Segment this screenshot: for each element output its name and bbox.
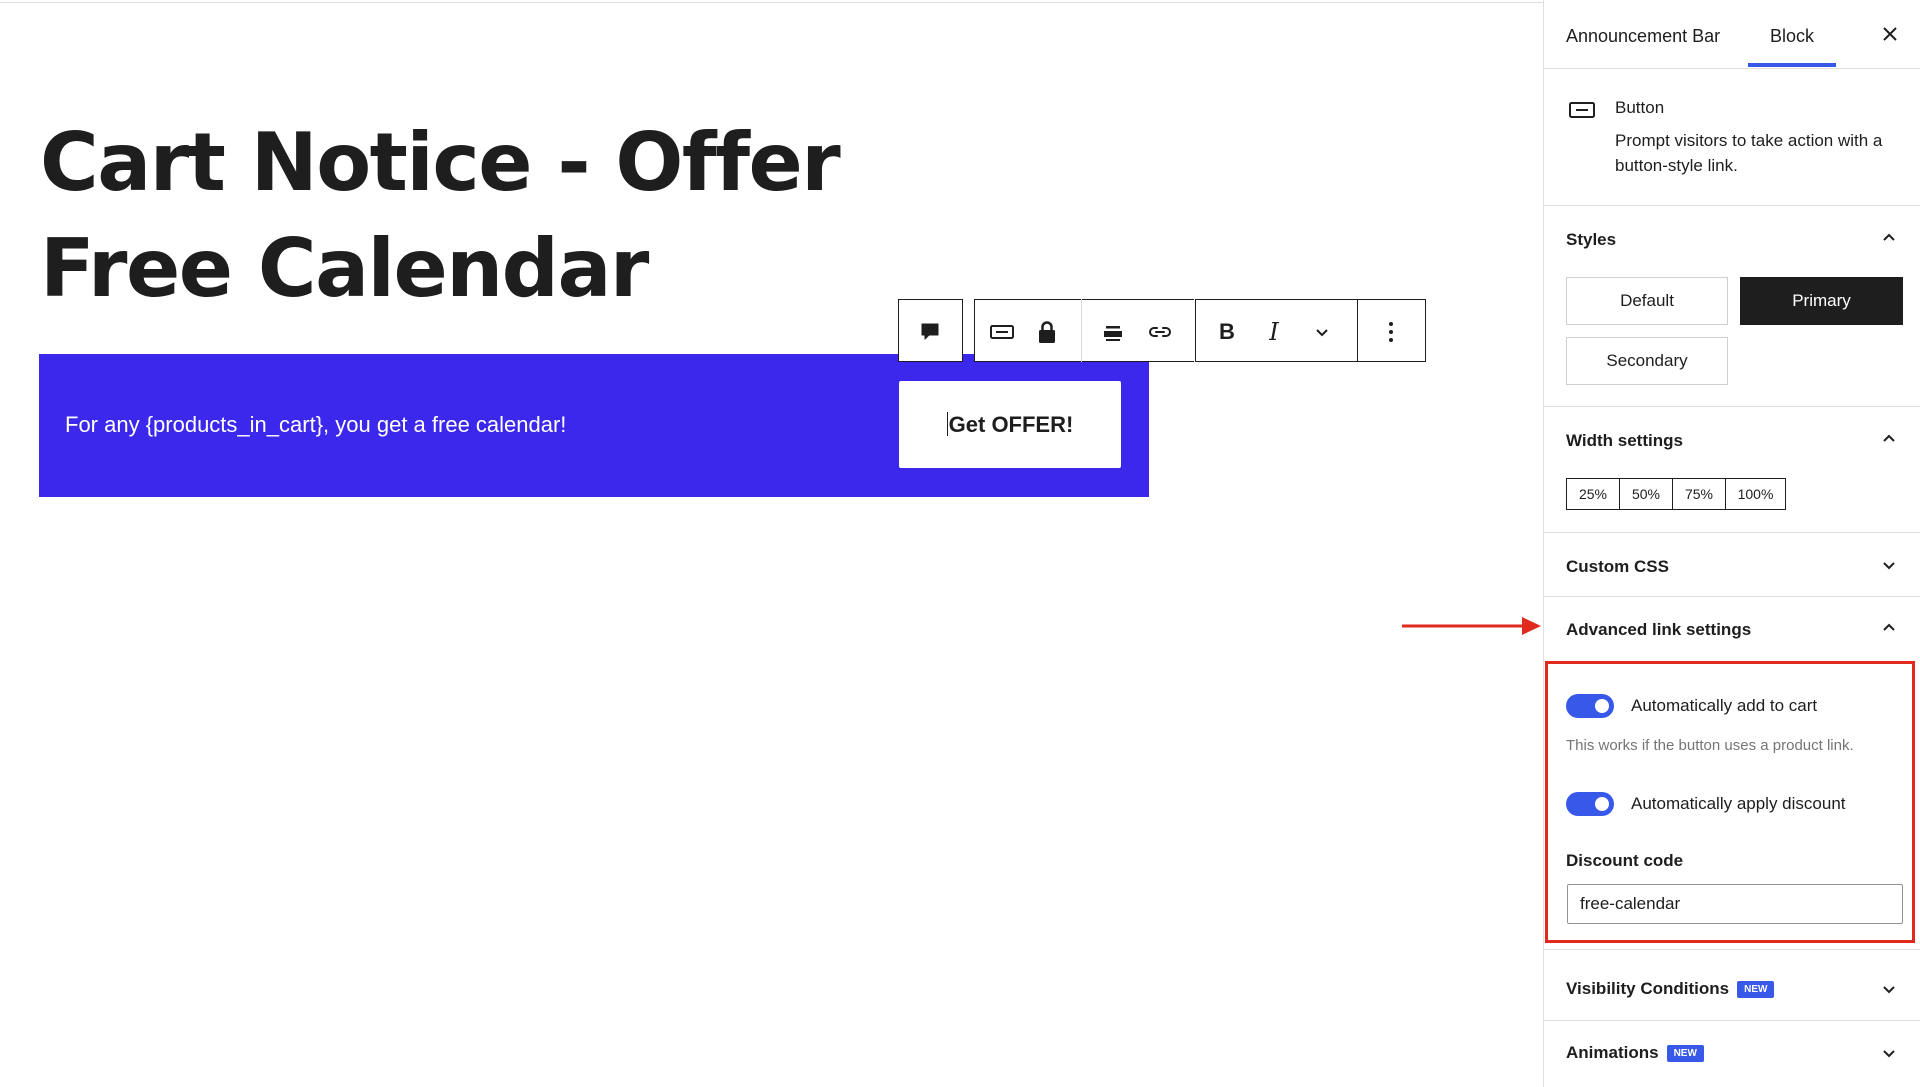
toolbar-group-parent [898, 299, 963, 362]
new-badge: NEW [1666, 1045, 1704, 1062]
page-title[interactable]: Cart Notice - Offer Free Calendar [40, 110, 940, 322]
width-settings-title[interactable]: Width settings [1566, 431, 1683, 451]
animations-panel[interactable]: Animations NEW [1544, 1021, 1920, 1087]
highlight-box [1545, 661, 1915, 943]
comment-icon[interactable] [910, 312, 950, 352]
chevron-down-icon[interactable] [1877, 553, 1901, 577]
lock-icon[interactable] [1027, 312, 1067, 352]
styles-title[interactable]: Styles [1566, 230, 1616, 250]
style-secondary-button[interactable]: Secondary [1566, 337, 1728, 385]
style-default-button[interactable]: Default [1566, 277, 1728, 325]
options-icon[interactable] [1371, 312, 1411, 352]
advanced-link-title[interactable]: Advanced link settings [1566, 620, 1751, 640]
style-primary-button[interactable]: Primary [1740, 277, 1903, 325]
toolbar-group-format: B I [1195, 299, 1358, 362]
bold-button[interactable]: B [1207, 312, 1247, 352]
chevron-down-icon[interactable] [1877, 1041, 1901, 1065]
active-tab-indicator [1748, 63, 1836, 67]
tab-announcement-bar[interactable]: Announcement Bar [1566, 26, 1720, 47]
chevron-down-icon[interactable] [1877, 977, 1901, 1001]
text-caret [946, 411, 948, 436]
toolbar-group-block [974, 299, 1084, 362]
announcement-banner[interactable]: For any {products_in_cart}, you get a fr… [39, 354, 1149, 497]
close-icon[interactable] [1878, 22, 1902, 46]
width-button-group: 25% 50% 75% 100% [1566, 478, 1786, 510]
button-block-icon[interactable] [982, 312, 1022, 352]
justify-icon[interactable] [1093, 312, 1133, 352]
get-offer-button[interactable]: Get OFFER! [899, 381, 1121, 468]
button-block-icon [1569, 102, 1595, 118]
width-50-button[interactable]: 50% [1620, 479, 1673, 509]
block-name: Button [1615, 98, 1665, 117]
block-card: Button Prompt visitors to take action wi… [1544, 68, 1920, 206]
chevron-up-icon[interactable] [1877, 616, 1901, 640]
get-offer-label: Get OFFER! [948, 411, 1074, 437]
visibility-conditions-panel[interactable]: Visibility Conditions NEW [1544, 957, 1920, 1021]
more-formats-chevron-icon[interactable] [1302, 312, 1342, 352]
toolbar-group-options [1357, 299, 1426, 362]
visibility-conditions-label: Visibility Conditions [1566, 979, 1730, 998]
chevron-up-icon[interactable] [1877, 427, 1901, 451]
italic-button[interactable]: I [1254, 312, 1294, 352]
banner-text[interactable]: For any {products_in_cart}, you get a fr… [65, 412, 566, 438]
width-25-button[interactable]: 25% [1567, 479, 1620, 509]
link-icon[interactable] [1140, 312, 1180, 352]
sidebar-tabs: Announcement Bar Block [1544, 0, 1920, 69]
custom-css-panel[interactable]: Custom CSS [1544, 533, 1920, 597]
visibility-conditions-title[interactable]: Visibility Conditions NEW [1566, 979, 1775, 999]
width-settings-panel: Width settings [1544, 407, 1920, 533]
styles-panel: Styles Default Primary Secondary [1544, 206, 1920, 407]
width-75-button[interactable]: 75% [1673, 479, 1726, 509]
tab-block[interactable]: Block [1770, 26, 1814, 47]
animations-label: Animations [1566, 1043, 1659, 1062]
chevron-up-icon[interactable] [1877, 226, 1901, 250]
annotation-arrow-icon [1402, 617, 1541, 635]
animations-title[interactable]: Animations NEW [1566, 1043, 1704, 1063]
custom-css-title[interactable]: Custom CSS [1566, 557, 1669, 577]
width-100-button[interactable]: 100% [1726, 479, 1785, 509]
new-badge: NEW [1737, 981, 1775, 998]
block-description: Prompt visitors to take action with a bu… [1615, 131, 1883, 175]
toolbar-group-align [1082, 299, 1194, 362]
